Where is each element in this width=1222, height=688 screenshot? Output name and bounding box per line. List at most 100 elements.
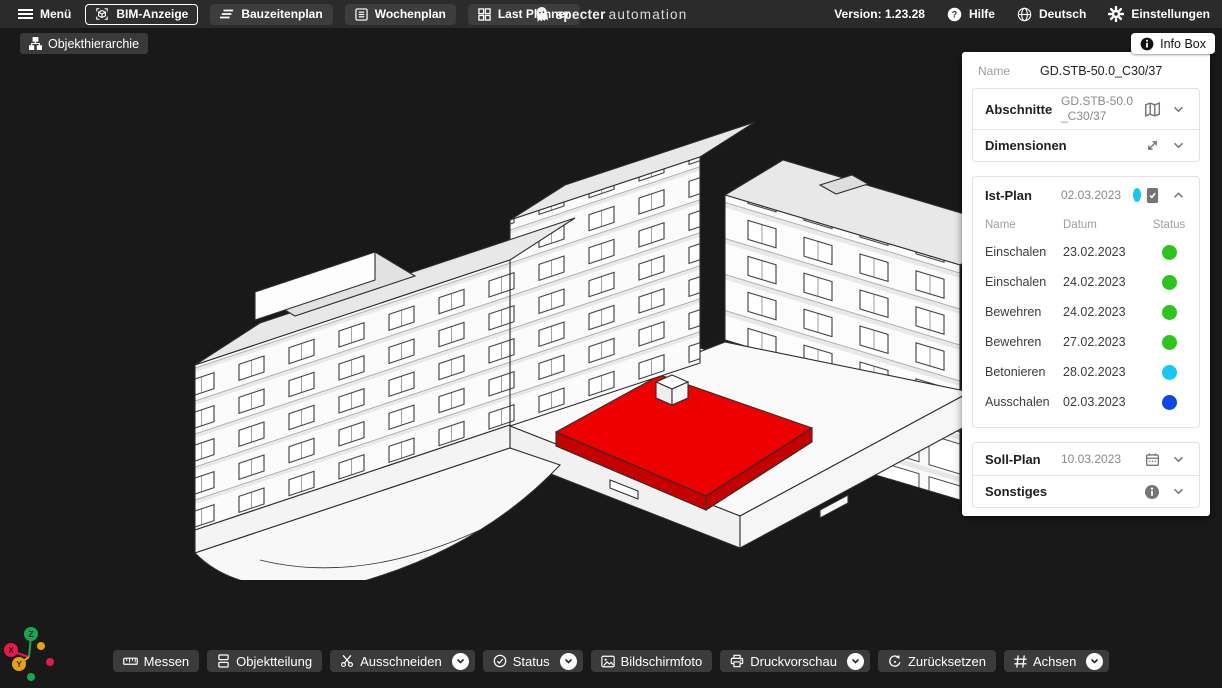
status-dot xyxy=(1162,275,1177,290)
svg-text:Z: Z xyxy=(29,630,34,639)
language-label: Deutsch xyxy=(1039,7,1086,21)
chevron-up-icon[interactable] xyxy=(1169,192,1187,199)
info-box-button[interactable]: Info Box xyxy=(1131,33,1215,54)
chevron-down-icon xyxy=(1090,658,1099,664)
ist-plan-card: Ist-Plan 02.03.2023 Name Datum Stat xyxy=(972,176,1200,428)
button-label: Bildschirmfoto xyxy=(621,654,703,669)
row-name: Betonieren xyxy=(985,365,1063,379)
soll-plan-row[interactable]: Soll-Plan 10.03.2023 xyxy=(973,443,1199,475)
ausschneiden-dropdown[interactable] xyxy=(452,653,469,670)
soll-plan-card: Soll-Plan 10.03.2023 Sonstiges xyxy=(972,442,1200,508)
tab-bim-anzeige[interactable]: BIM-Anzeige xyxy=(85,4,198,25)
tab-wochenplan[interactable]: Wochenplan xyxy=(345,4,456,25)
image-icon xyxy=(601,655,615,668)
language-button[interactable]: Deutsch xyxy=(1017,7,1086,22)
chevron-down-icon xyxy=(851,658,860,664)
table-row[interactable]: Betonieren 28.02.2023 xyxy=(985,357,1187,387)
ist-plan-table: Name Datum Status Einschalen 23.02.2023 … xyxy=(973,213,1199,427)
top-bar: Menü BIM-Anzeige Bauzeitenplan xyxy=(0,0,1222,28)
status-dropdown[interactable] xyxy=(560,653,577,670)
chevron-down-icon[interactable] xyxy=(1169,456,1187,463)
dimensionen-row[interactable]: Dimensionen xyxy=(973,129,1199,161)
row-name: Ausschalen xyxy=(985,395,1063,409)
table-row[interactable]: Bewehren 27.02.2023 xyxy=(985,327,1187,357)
row-date: 24.02.2023 xyxy=(1063,305,1151,319)
settings-label: Einstellungen xyxy=(1131,7,1210,21)
chevron-down-icon xyxy=(456,658,465,664)
tab-bauzeitenplan[interactable]: Bauzeitenplan xyxy=(210,4,332,25)
row-name: Einschalen xyxy=(985,275,1063,289)
table-row[interactable]: Bewehren 24.02.2023 xyxy=(985,297,1187,327)
soll-plan-label: Soll-Plan xyxy=(985,452,1061,467)
bildschirmfoto-button[interactable]: Bildschirmfoto xyxy=(591,650,713,672)
achsen-button[interactable]: Achsen xyxy=(1004,650,1109,672)
chevron-down-icon[interactable] xyxy=(1169,142,1187,149)
hamburger-icon xyxy=(18,8,33,20)
help-label: Hilfe xyxy=(969,7,995,21)
zuruecksetzen-button[interactable]: Zurücksetzen xyxy=(878,650,996,672)
chevron-down-icon xyxy=(564,658,573,664)
achsen-dropdown[interactable] xyxy=(1086,653,1103,670)
messen-button[interactable]: Messen xyxy=(113,650,200,672)
status-dot xyxy=(1162,395,1177,410)
row-date: 27.02.2023 xyxy=(1063,335,1151,349)
row-name: Bewehren xyxy=(985,305,1063,319)
tab-label: Bauzeitenplan xyxy=(241,7,322,21)
chevron-down-icon[interactable] xyxy=(1169,106,1187,113)
ausschneiden-button[interactable]: Ausschneiden xyxy=(330,650,475,672)
tab-label: BIM-Anzeige xyxy=(116,7,188,21)
axis-z-ball[interactable]: Z xyxy=(24,627,38,641)
settings-button[interactable]: Einstellungen xyxy=(1108,6,1210,22)
sonstiges-row[interactable]: Sonstiges xyxy=(973,475,1199,507)
table-row[interactable]: Einschalen 24.02.2023 xyxy=(985,267,1187,297)
row-name: Einschalen xyxy=(985,245,1063,259)
row-date: 28.02.2023 xyxy=(1063,365,1151,379)
chevron-down-icon[interactable] xyxy=(1169,488,1187,495)
ist-plan-date: 02.03.2023 xyxy=(1061,188,1133,203)
help-button[interactable]: ? Hilfe xyxy=(947,7,995,22)
sonstiges-label: Sonstiges xyxy=(985,484,1141,499)
druckvorschau-dropdown[interactable] xyxy=(847,653,864,670)
version-label: Version: 1.23.28 xyxy=(834,7,925,21)
calendar-icon xyxy=(1141,452,1163,467)
table-row[interactable]: Ausschalen 02.03.2023 xyxy=(985,387,1187,417)
reset-icon xyxy=(888,654,902,668)
bottom-toolbar: Messen Objektteilung Ausschneiden xyxy=(0,650,1222,672)
col-header-name: Name xyxy=(985,219,1063,231)
printer-icon xyxy=(730,654,744,668)
grid-squares-icon xyxy=(478,8,491,21)
menu-button[interactable]: Menü xyxy=(12,4,77,25)
button-label: Objektteilung xyxy=(236,654,312,669)
button-label: Ausschneiden xyxy=(360,654,442,669)
status-button[interactable]: Status xyxy=(483,650,583,672)
tab-label: Wochenplan xyxy=(375,7,446,21)
row-date: 02.03.2023 xyxy=(1063,395,1151,409)
ist-plan-header[interactable]: Ist-Plan 02.03.2023 xyxy=(973,177,1199,213)
button-label: Messen xyxy=(144,654,190,669)
druckvorschau-button[interactable]: Druckvorschau xyxy=(720,650,870,672)
map-icon xyxy=(1141,101,1163,118)
ghost-logo-icon xyxy=(535,6,550,23)
axis-neg-z-dot[interactable] xyxy=(27,673,35,681)
button-label: Zurücksetzen xyxy=(908,654,986,669)
name-label: Name xyxy=(978,64,1016,78)
hierarchy-icon xyxy=(29,37,42,50)
col-header-date: Datum xyxy=(1063,219,1151,231)
menu-label: Menü xyxy=(40,7,71,21)
app-window: Menü BIM-Anzeige Bauzeitenplan xyxy=(0,0,1222,688)
logo-light: automation xyxy=(609,7,688,22)
axis-neg-y-dot[interactable] xyxy=(37,642,45,650)
button-label: Status xyxy=(513,654,550,669)
abschnitte-row[interactable]: Abschnitte GD.STB-50.0_C30/37 xyxy=(973,89,1199,129)
abschnitte-label: Abschnitte xyxy=(985,102,1061,117)
button-label: Achsen xyxy=(1033,654,1076,669)
task-doc-icon xyxy=(1141,187,1163,204)
objektteilung-button[interactable]: Objektteilung xyxy=(207,650,322,672)
object-hierarchy-button[interactable]: Objekthierarchie xyxy=(20,33,148,54)
bim-model-3d[interactable] xyxy=(180,80,980,580)
ruler-icon xyxy=(123,655,138,667)
stair-core-box xyxy=(656,375,688,405)
row-name: Bewehren xyxy=(985,335,1063,349)
abschnitte-value: GD.STB-50.0_C30/37 xyxy=(1061,94,1141,124)
table-row[interactable]: Einschalen 23.02.2023 xyxy=(985,237,1187,267)
